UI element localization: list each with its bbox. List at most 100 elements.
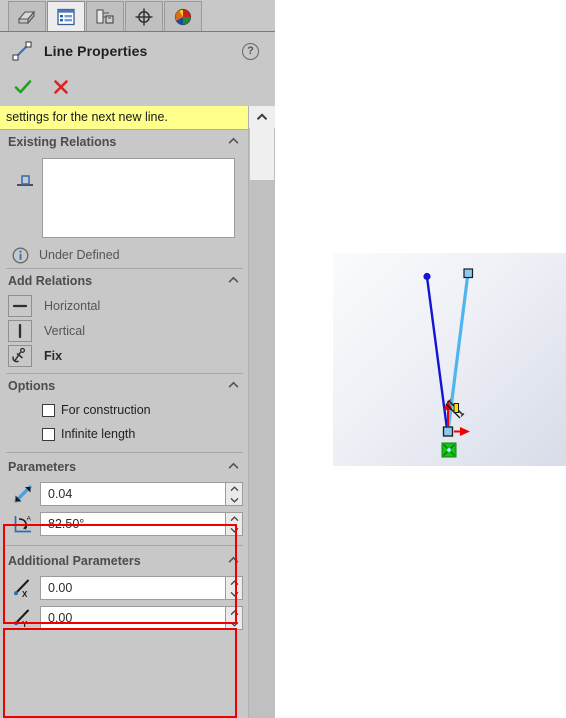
- existing-line[interactable]: [425, 276, 449, 430]
- relation-label: Horizontal: [44, 298, 101, 313]
- chevron-up-icon[interactable]: [228, 381, 239, 388]
- sketch-graphics-area[interactable]: [333, 253, 566, 466]
- property-manager-panel: Line Properties ? settings for the next …: [0, 0, 275, 718]
- vertical-relation-button[interactable]: [8, 319, 32, 342]
- length-input[interactable]: 0.04: [40, 482, 226, 506]
- section-title: Add Relations: [8, 274, 93, 288]
- checkbox-label: For construction: [61, 403, 151, 417]
- chevron-up-icon: [256, 113, 268, 121]
- line-sketch-icon: [12, 41, 32, 61]
- relation-label: Vertical: [44, 323, 85, 338]
- property-manager-tab[interactable]: [47, 1, 85, 31]
- property-manager-title-bar: Line Properties ?: [0, 32, 275, 70]
- vertical-relation-icon: [18, 323, 22, 338]
- horizontal-direction-arrow: [454, 427, 470, 436]
- length-parameter-row: 0.04: [0, 479, 249, 509]
- chevron-down-icon[interactable]: [230, 497, 239, 503]
- svg-text:Y: Y: [22, 620, 28, 629]
- section-header-existing-relations[interactable]: Existing Relations: [0, 130, 249, 154]
- horizontal-relation-button[interactable]: [8, 294, 32, 317]
- display-manager-tab[interactable]: [164, 1, 202, 31]
- chevron-up-icon[interactable]: [228, 137, 239, 144]
- fix-relation-button[interactable]: [8, 344, 32, 367]
- for-construction-checkbox[interactable]: [42, 403, 55, 417]
- cancel-button[interactable]: [48, 75, 74, 99]
- property-list-icon: [57, 8, 75, 25]
- chevron-down-icon[interactable]: [230, 621, 239, 627]
- close-x-icon: [54, 80, 68, 94]
- existing-line-endpoint[interactable]: [423, 272, 431, 281]
- feature-tree-icon: [17, 10, 36, 24]
- section-header-additional-parameters[interactable]: Additional Parameters: [0, 549, 249, 573]
- delta-y-parameter-row: Y 0.00: [0, 603, 249, 633]
- chevron-up-icon[interactable]: [230, 609, 239, 616]
- relation-fix-row[interactable]: Fix: [0, 343, 249, 368]
- chevron-up-icon[interactable]: [230, 579, 239, 586]
- fix-anchor-icon: [12, 347, 26, 363]
- section-header-parameters[interactable]: Parameters: [0, 455, 249, 479]
- info-icon: [12, 246, 29, 264]
- delta-y-icon-wrap: Y: [8, 607, 38, 629]
- manager-tab-strip: [0, 0, 275, 32]
- property-manager-action-row: [0, 70, 275, 104]
- feature-manager-tab[interactable]: [8, 1, 46, 31]
- relation-horizontal-row[interactable]: Horizontal: [0, 293, 249, 318]
- color-wheel-icon: [174, 8, 192, 25]
- chevron-down-icon[interactable]: [230, 591, 239, 597]
- svg-text:A: A: [27, 516, 32, 523]
- origin-marker[interactable]: [441, 442, 457, 458]
- section-header-options[interactable]: Options: [0, 374, 249, 398]
- relation-vertical-row[interactable]: Vertical: [0, 318, 249, 343]
- delta-y-input[interactable]: 0.00: [40, 606, 226, 630]
- status-badge: Under Defined: [39, 248, 120, 262]
- delta-y-icon: Y: [14, 609, 29, 629]
- panel-scrollbar[interactable]: [248, 106, 275, 718]
- chevron-up-icon[interactable]: [228, 462, 239, 469]
- scroll-up-button[interactable]: [249, 106, 275, 128]
- delta-x-stepper[interactable]: [226, 576, 243, 600]
- infinite-length-row[interactable]: Infinite length: [0, 422, 249, 446]
- property-manager-body: settings for the next new line. Existing…: [0, 106, 249, 718]
- preview-line-endpoint[interactable]: [463, 268, 474, 279]
- chevron-up-icon[interactable]: [228, 556, 239, 563]
- help-icon[interactable]: ?: [242, 43, 259, 60]
- dimxpert-manager-tab[interactable]: [125, 1, 163, 31]
- infinite-length-checkbox[interactable]: [42, 427, 55, 441]
- delta-x-input[interactable]: 0.00: [40, 576, 226, 600]
- angle-icon: A: [14, 516, 32, 533]
- divider: [6, 545, 243, 546]
- svg-text:X: X: [22, 590, 28, 599]
- section-title: Existing Relations: [8, 135, 117, 149]
- delta-x-icon: X: [14, 579, 29, 599]
- for-construction-row[interactable]: For construction: [0, 398, 249, 422]
- angle-input[interactable]: 82.50°: [40, 512, 226, 536]
- configuration-icon: [96, 8, 114, 24]
- section-title: Parameters: [8, 460, 77, 474]
- check-icon: [14, 80, 32, 94]
- page-title: Line Properties: [44, 43, 148, 59]
- section-header-add-relations[interactable]: Add Relations: [0, 269, 249, 293]
- scrollbar-thumb[interactable]: [250, 128, 274, 180]
- chevron-up-icon[interactable]: [228, 276, 239, 283]
- section-title: Additional Parameters: [8, 554, 141, 568]
- configuration-manager-tab[interactable]: [86, 1, 124, 31]
- checkbox-label: Infinite length: [61, 427, 136, 441]
- existing-relations-area: [0, 154, 249, 242]
- chevron-down-icon[interactable]: [230, 527, 239, 533]
- crosshair-target-icon: [135, 8, 153, 25]
- length-stepper[interactable]: [226, 482, 243, 506]
- relations-icon-column: [8, 158, 42, 238]
- status-row: Under Defined: [0, 242, 249, 268]
- delta-x-icon-wrap: X: [8, 577, 38, 599]
- chevron-up-icon[interactable]: [230, 485, 239, 492]
- existing-relations-list[interactable]: [42, 158, 235, 238]
- ok-button[interactable]: [10, 75, 36, 99]
- divider: [6, 452, 243, 453]
- chevron-up-icon[interactable]: [230, 515, 239, 522]
- shared-endpoint[interactable]: [442, 426, 454, 437]
- angle-stepper[interactable]: [226, 512, 243, 536]
- delta-y-stepper[interactable]: [226, 606, 243, 630]
- message-band: settings for the next new line.: [0, 106, 249, 130]
- delta-x-parameter-row: X 0.00: [0, 573, 249, 603]
- scrollbar-track[interactable]: [249, 180, 275, 718]
